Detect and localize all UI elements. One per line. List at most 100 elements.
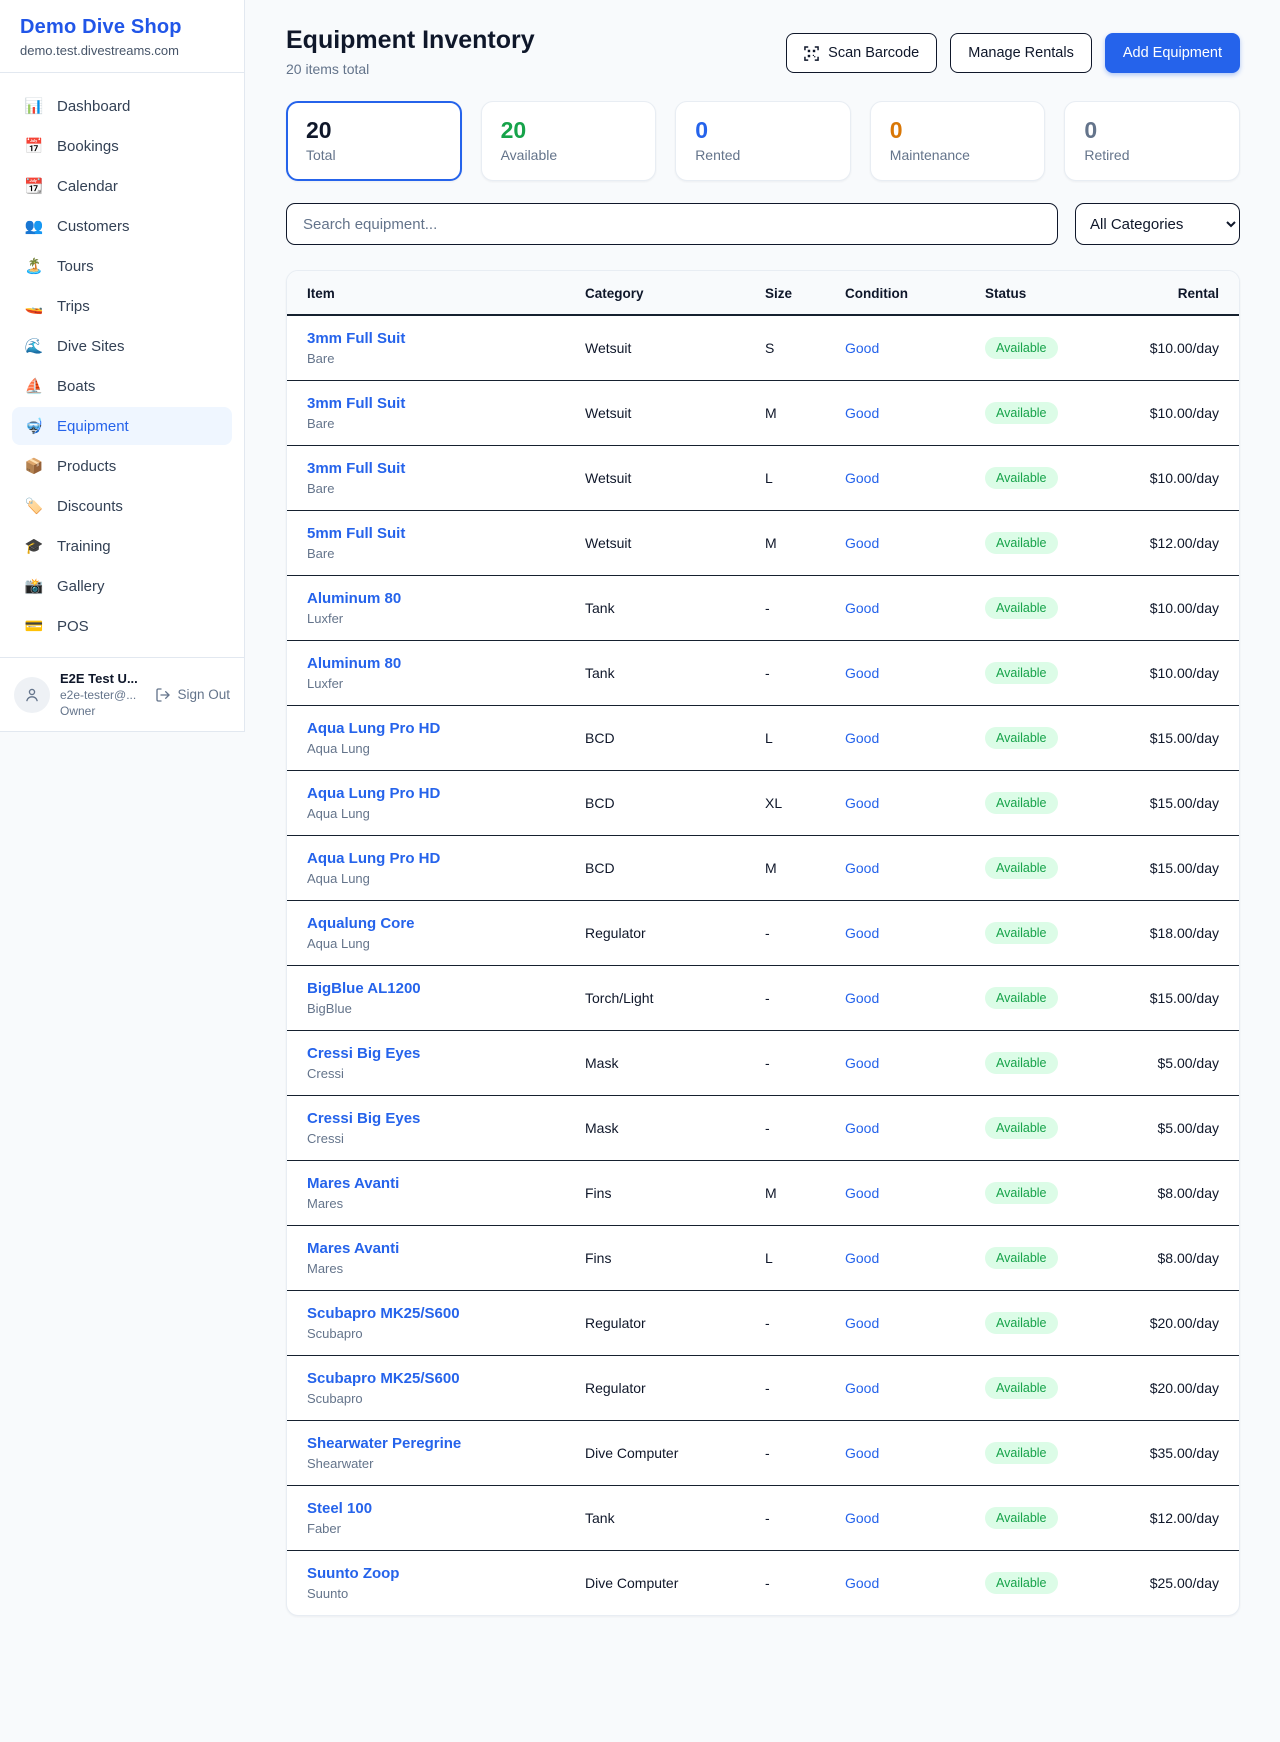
item-cell: Mares Avanti Mares <box>307 1240 585 1276</box>
item-name-link[interactable]: 3mm Full Suit <box>307 395 585 412</box>
item-brand: Aqua Lung <box>307 741 585 756</box>
category-cell: Tank <box>585 665 765 681</box>
sidebar-item-pos[interactable]: 💳 POS <box>12 607 232 645</box>
filter-row: All Categories <box>286 203 1240 245</box>
rental-cell: $10.00/day <box>1137 470 1219 486</box>
status-badge: Available <box>985 337 1058 359</box>
stat-card-maintenance[interactable]: 0 Maintenance <box>870 101 1046 181</box>
item-name-link[interactable]: 3mm Full Suit <box>307 330 585 347</box>
sign-out-button[interactable]: Sign Out <box>155 687 230 703</box>
item-cell: Cressi Big Eyes Cressi <box>307 1110 585 1146</box>
item-name-link[interactable]: Shearwater Peregrine <box>307 1435 585 1452</box>
condition-link[interactable]: Good <box>845 405 985 421</box>
item-brand: Luxfer <box>307 611 585 626</box>
item-name-link[interactable]: 3mm Full Suit <box>307 460 585 477</box>
condition-link[interactable]: Good <box>845 1250 985 1266</box>
item-name-link[interactable]: Scubapro MK25/S600 <box>307 1370 585 1387</box>
status-badge: Available <box>985 402 1058 424</box>
user-email: e2e-tester@... <box>60 688 145 702</box>
condition-link[interactable]: Good <box>845 1510 985 1526</box>
condition-link[interactable]: Good <box>845 665 985 681</box>
add-equipment-button[interactable]: Add Equipment <box>1105 33 1240 73</box>
sidebar-item-products[interactable]: 📦 Products <box>12 447 232 485</box>
condition-link[interactable]: Good <box>845 990 985 1006</box>
sidebar-item-trips[interactable]: 🚤 Trips <box>12 287 232 325</box>
item-name-link[interactable]: Aluminum 80 <box>307 590 585 607</box>
condition-link[interactable]: Good <box>845 1185 985 1201</box>
status-cell: Available <box>985 727 1137 749</box>
condition-link[interactable]: Good <box>845 470 985 486</box>
item-name-link[interactable]: Aqualung Core <box>307 915 585 932</box>
stat-card-total[interactable]: 20 Total <box>286 101 462 181</box>
scan-barcode-label: Scan Barcode <box>828 45 919 61</box>
brand-name[interactable]: Demo Dive Shop <box>20 16 224 39</box>
sidebar-item-label: Bookings <box>57 138 119 155</box>
sidebar-item-dashboard[interactable]: 📊 Dashboard <box>12 87 232 125</box>
item-name-link[interactable]: Scubapro MK25/S600 <box>307 1305 585 1322</box>
sidebar-item-equipment[interactable]: 🤿 Equipment <box>12 407 232 445</box>
sidebar-item-boats[interactable]: ⛵ Boats <box>12 367 232 405</box>
item-name-link[interactable]: BigBlue AL1200 <box>307 980 585 997</box>
sidebar-item-discounts[interactable]: 🏷️ Discounts <box>12 487 232 525</box>
stat-value: 0 <box>1084 117 1220 144</box>
condition-link[interactable]: Good <box>845 795 985 811</box>
condition-link[interactable]: Good <box>845 535 985 551</box>
stat-card-available[interactable]: 20 Available <box>481 101 657 181</box>
condition-link[interactable]: Good <box>845 925 985 941</box>
condition-link[interactable]: Good <box>845 1055 985 1071</box>
item-name-link[interactable]: Cressi Big Eyes <box>307 1045 585 1062</box>
item-brand: Aqua Lung <box>307 936 585 951</box>
condition-link[interactable]: Good <box>845 1575 985 1591</box>
item-name-link[interactable]: Cressi Big Eyes <box>307 1110 585 1127</box>
size-cell: - <box>765 1315 845 1331</box>
sidebar-item-dive-sites[interactable]: 🌊 Dive Sites <box>12 327 232 365</box>
stat-card-retired[interactable]: 0 Retired <box>1064 101 1240 181</box>
brand-domain: demo.test.divestreams.com <box>20 43 224 58</box>
condition-link[interactable]: Good <box>845 860 985 876</box>
condition-link[interactable]: Good <box>845 340 985 356</box>
condition-link[interactable]: Good <box>845 1120 985 1136</box>
sidebar-item-training[interactable]: 🎓 Training <box>12 527 232 565</box>
sidebar-item-customers[interactable]: 👥 Customers <box>12 207 232 245</box>
item-name-link[interactable]: Mares Avanti <box>307 1240 585 1257</box>
item-name-link[interactable]: Aqua Lung Pro HD <box>307 785 585 802</box>
scan-barcode-button[interactable]: Scan Barcode <box>786 33 937 73</box>
item-name-link[interactable]: Steel 100 <box>307 1500 585 1517</box>
size-cell: M <box>765 860 845 876</box>
condition-link[interactable]: Good <box>845 600 985 616</box>
category-cell: Dive Computer <box>585 1575 765 1591</box>
column-header-category: Category <box>585 286 765 301</box>
category-select[interactable]: All Categories <box>1075 203 1240 245</box>
status-cell: Available <box>985 1507 1137 1529</box>
item-brand: Scubapro <box>307 1391 585 1406</box>
category-cell: Wetsuit <box>585 340 765 356</box>
item-name-link[interactable]: Mares Avanti <box>307 1175 585 1192</box>
manage-rentals-button[interactable]: Manage Rentals <box>950 33 1092 73</box>
sidebar-icon-equipment: 🤿 <box>24 417 44 435</box>
sidebar-item-gallery[interactable]: 📸 Gallery <box>12 567 232 605</box>
search-input[interactable] <box>286 203 1058 245</box>
sidebar-item-bookings[interactable]: 📅 Bookings <box>12 127 232 165</box>
item-name-link[interactable]: Suunto Zoop <box>307 1565 585 1582</box>
stat-value: 20 <box>306 117 442 144</box>
item-cell: 5mm Full Suit Bare <box>307 525 585 561</box>
item-name-link[interactable]: 5mm Full Suit <box>307 525 585 542</box>
status-cell: Available <box>985 987 1137 1009</box>
sidebar-item-calendar[interactable]: 📆 Calendar <box>12 167 232 205</box>
table-row: 5mm Full Suit Bare Wetsuit M Good Availa… <box>287 511 1239 576</box>
item-name-link[interactable]: Aqua Lung Pro HD <box>307 720 585 737</box>
item-name-link[interactable]: Aqua Lung Pro HD <box>307 850 585 867</box>
status-cell: Available <box>985 402 1137 424</box>
sidebar-item-label: Trips <box>57 298 90 315</box>
stat-card-rented[interactable]: 0 Rented <box>675 101 851 181</box>
status-badge: Available <box>985 1572 1058 1594</box>
item-name-link[interactable]: Aluminum 80 <box>307 655 585 672</box>
condition-link[interactable]: Good <box>845 1445 985 1461</box>
sidebar-item-tours[interactable]: 🏝️ Tours <box>12 247 232 285</box>
item-brand: Mares <box>307 1261 585 1276</box>
condition-link[interactable]: Good <box>845 1315 985 1331</box>
condition-link[interactable]: Good <box>845 730 985 746</box>
condition-link[interactable]: Good <box>845 1380 985 1396</box>
size-cell: - <box>765 1445 845 1461</box>
sign-out-label: Sign Out <box>177 687 230 702</box>
